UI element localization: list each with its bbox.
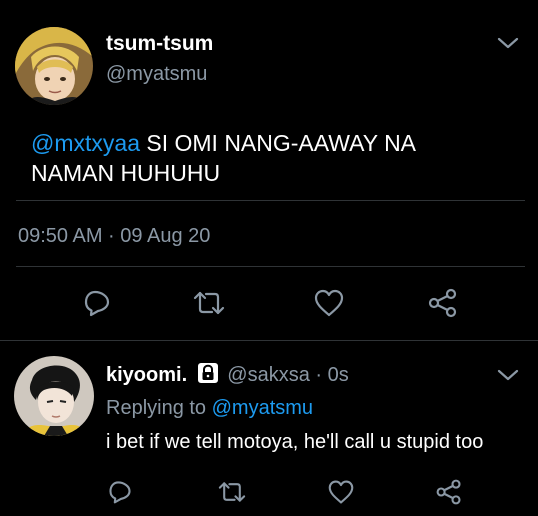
retweet-icon[interactable] — [193, 288, 225, 318]
share-icon[interactable] — [427, 287, 459, 319]
divider — [16, 200, 525, 201]
heart-icon[interactable] — [327, 479, 355, 505]
chevron-down-icon[interactable] — [496, 34, 520, 52]
tweet-timestamp[interactable]: 09:50 AM · 09 Aug 20 — [18, 224, 210, 248]
comment-bubble-icon[interactable] — [107, 479, 133, 505]
reply-handle-time[interactable]: @sakxsa · 0s — [227, 364, 348, 386]
heart-icon[interactable] — [313, 288, 345, 318]
avatar-kiyoomi[interactable] — [14, 356, 94, 436]
lock-icon — [197, 362, 219, 384]
comment-bubble-icon[interactable] — [82, 288, 112, 318]
reply-text: i bet if we tell motoya, he'll call u st… — [106, 431, 484, 453]
chevron-down-icon[interactable] — [496, 366, 520, 384]
tweet-text-line2: NAMAN HUHUHU — [31, 160, 221, 186]
divider — [16, 266, 525, 267]
replying-to-line: Replying to @myatsmu — [106, 396, 313, 420]
share-icon[interactable] — [435, 478, 463, 506]
divider — [0, 340, 538, 341]
retweet-icon[interactable] — [218, 479, 246, 505]
tweet-text: @mxtxyaa SI OMI NANG-AAWAY NA NAMAN HUHU… — [31, 128, 521, 188]
mention-link[interactable]: @mxtxyaa — [31, 130, 140, 156]
avatar-tsum-tsum[interactable] — [15, 27, 93, 105]
author-display-name[interactable]: tsum-tsum — [106, 32, 213, 56]
reply-header: kiyoomi. @sakxsa · 0s — [106, 362, 349, 387]
reply-display-name[interactable]: kiyoomi. — [106, 364, 187, 386]
replying-to-prefix: Replying to — [106, 397, 212, 419]
replying-to-link[interactable]: @myatsmu — [212, 397, 313, 419]
author-handle[interactable]: @myatsmu — [106, 62, 207, 86]
tweet-text-line1: SI OMI NANG-AAWAY NA — [139, 130, 417, 156]
